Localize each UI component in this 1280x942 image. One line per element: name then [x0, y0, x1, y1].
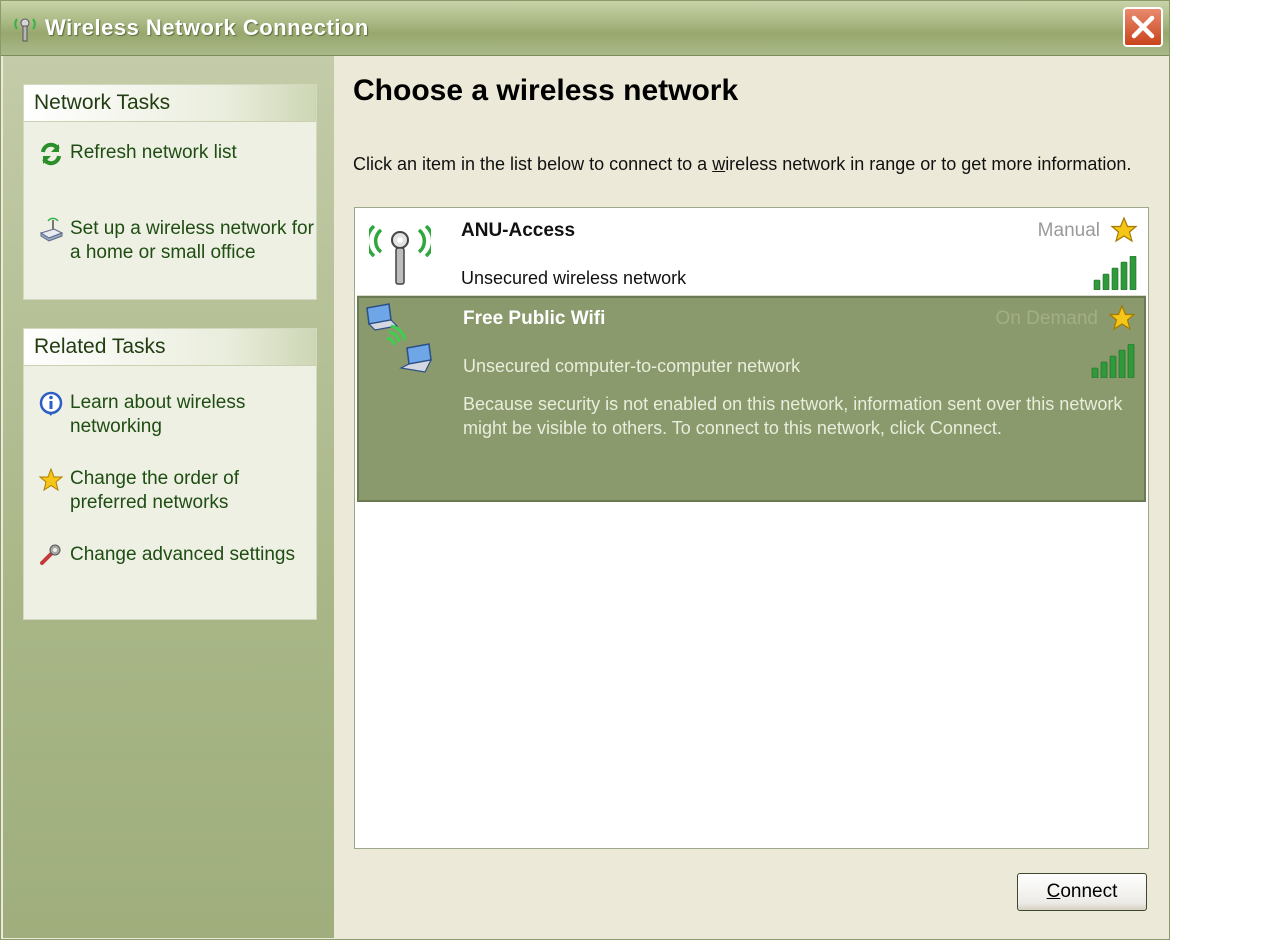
setup-network-icon: [39, 217, 64, 242]
title-bar[interactable]: Wireless Network Connection: [1, 1, 1169, 56]
change-advanced-settings-label: Change advanced settings: [70, 544, 295, 565]
change-network-order-label: Change the order of preferred networks: [70, 468, 240, 513]
network-item-free-public-wifi[interactable]: Free Public Wifi On Demand Unsecured com…: [357, 296, 1146, 502]
related-tasks-header: Related Tasks: [24, 329, 316, 366]
signal-bar: [1091, 367, 1099, 378]
instructions-access-key: w: [712, 154, 726, 174]
connect-button[interactable]: Connect: [1017, 873, 1147, 911]
signal-bar: [1118, 349, 1126, 378]
star-icon: [38, 467, 64, 492]
instructions-text: Click an item in the list below to conne…: [353, 152, 1143, 176]
wireless-connection-window: Wireless Network Connection Network Task…: [0, 0, 1170, 940]
signal-bar: [1093, 279, 1101, 290]
related-tasks-panel: Related Tasks Learn about wireless netwo…: [23, 328, 317, 620]
signal-bar: [1109, 355, 1117, 378]
network-security-description: Unsecured wireless network: [461, 268, 687, 288]
network-connection-mode: Manual: [1037, 220, 1100, 241]
network-tasks-header: Network Tasks: [24, 85, 316, 122]
connect-access-key: C: [1046, 881, 1061, 902]
close-button[interactable]: [1123, 7, 1163, 47]
network-item-anu-access[interactable]: ANU-Access Manual Unsecured wireless net…: [357, 210, 1146, 296]
info-icon: [39, 391, 63, 416]
signal-bar: [1102, 273, 1110, 290]
learn-about-wireless-label: Learn about wireless networking: [70, 392, 246, 437]
network-security-description: Unsecured computer-to-computer network: [463, 356, 801, 376]
preferred-network-star-icon: [1108, 304, 1136, 331]
network-name: Free Public Wifi: [463, 308, 606, 329]
adhoc-computers-icon: [366, 303, 433, 373]
network-connection-mode: On Demand: [995, 308, 1098, 329]
refresh-network-list-label: Refresh network list: [70, 142, 237, 163]
signal-bar: [1120, 261, 1128, 290]
signal-bar: [1129, 256, 1137, 290]
main-content: Choose a wireless network Click an item …: [335, 56, 1169, 938]
antenna-icon: [14, 18, 36, 42]
signal-strength-icon: [1091, 344, 1135, 378]
network-tasks-panel: Network Tasks Refresh network list Set u…: [23, 84, 317, 300]
signal-strength-icon: [1093, 256, 1137, 290]
setup-wireless-network-label: Set up a wireless network for a home or …: [70, 218, 314, 263]
signal-bar: [1127, 344, 1135, 378]
wireless-network-list[interactable]: ANU-Access Manual Unsecured wireless net…: [354, 207, 1149, 849]
instructions-part: ireless network in range or to get more …: [725, 154, 1132, 174]
task-sidebar: Network Tasks Refresh network list Set u…: [3, 56, 334, 938]
settings-tool-icon: [40, 544, 61, 565]
close-icon: [1131, 15, 1155, 39]
page-title: Choose a wireless network: [353, 74, 739, 107]
network-name: ANU-Access: [461, 220, 576, 241]
window-title: Wireless Network Connection: [45, 15, 369, 40]
connect-label: onnect: [1060, 881, 1118, 902]
antenna-icon: [369, 224, 431, 285]
signal-bar: [1111, 267, 1119, 290]
preferred-network-star-icon: [1110, 216, 1138, 243]
network-security-warning: Because security is not enabled on this …: [463, 394, 1123, 438]
signal-bar: [1100, 361, 1108, 378]
refresh-icon: [41, 142, 61, 166]
instructions-part: Click an item in the list below to conne…: [353, 154, 713, 174]
